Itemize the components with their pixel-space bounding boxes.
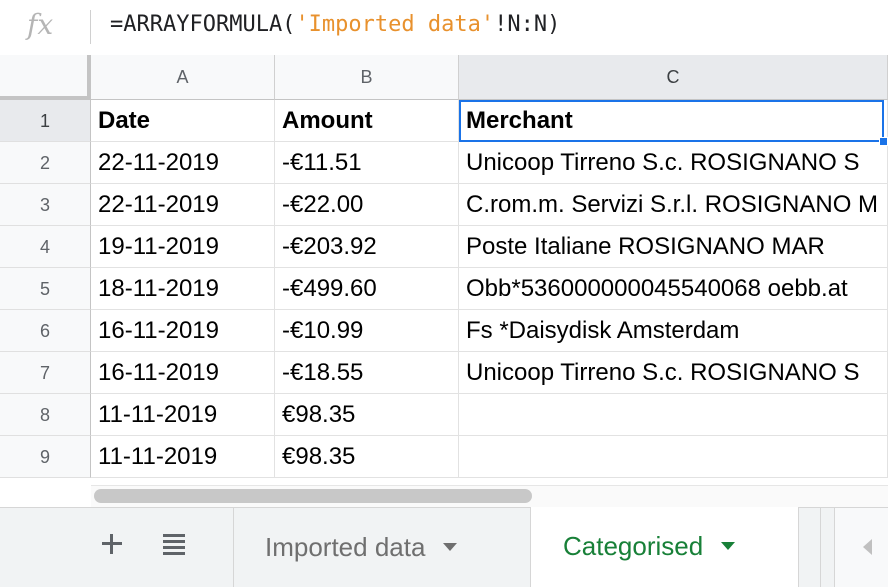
- list-icon[interactable]: [156, 526, 192, 562]
- cell[interactable]: -€499.60: [275, 268, 459, 310]
- sheet-tabs-bar: Imported data Categorised: [0, 507, 888, 587]
- column-header-c[interactable]: C: [459, 55, 888, 100]
- row-header[interactable]: 2: [0, 142, 91, 184]
- cell[interactable]: €98.35: [275, 436, 459, 478]
- cell[interactable]: 18-11-2019: [91, 268, 275, 310]
- cell[interactable]: €98.35: [275, 394, 459, 436]
- tab-categorised[interactable]: Categorised: [530, 507, 799, 587]
- cell[interactable]: -€18.55: [275, 352, 459, 394]
- cell[interactable]: -€10.99: [275, 310, 459, 352]
- plus-icon[interactable]: [94, 526, 130, 562]
- row-header[interactable]: 7: [0, 352, 91, 394]
- cell[interactable]: C.rom.m. Servizi S.r.l. ROSIGNANO M: [459, 184, 888, 226]
- cell[interactable]: 16-11-2019: [91, 310, 275, 352]
- select-all-corner[interactable]: [0, 55, 91, 100]
- tab-divider: [820, 508, 821, 587]
- scrollbar-thumb[interactable]: [94, 489, 532, 503]
- formula-divider: [90, 10, 91, 44]
- cell[interactable]: Unicoop Tirreno S.c. ROSIGNANO S: [459, 352, 888, 394]
- cell[interactable]: Merchant: [459, 100, 888, 142]
- formula-string: 'Imported data': [295, 12, 495, 37]
- cell[interactable]: 22-11-2019: [91, 184, 275, 226]
- cell[interactable]: Obb*536000000045540068 oebb.at: [459, 268, 888, 310]
- tab-label: Categorised: [563, 531, 704, 561]
- cell[interactable]: Poste Italiane ROSIGNANO MAR: [459, 226, 888, 268]
- fill-handle[interactable]: [879, 137, 888, 146]
- triangle-left-icon: [863, 539, 872, 555]
- formula-prefix: =ARRAYFORMULA(: [110, 12, 296, 37]
- tab-divider: [233, 508, 234, 587]
- cell[interactable]: 22-11-2019: [91, 142, 275, 184]
- tab-imported-data[interactable]: Imported data: [265, 508, 458, 587]
- row-header[interactable]: 9: [0, 436, 91, 478]
- scroll-tabs-left-button[interactable]: [834, 508, 888, 587]
- row-header[interactable]: 4: [0, 226, 91, 268]
- row-header[interactable]: 1: [0, 100, 91, 142]
- row-header[interactable]: 8: [0, 394, 91, 436]
- cell[interactable]: Fs *Daisydisk Amsterdam: [459, 310, 888, 352]
- cell[interactable]: 11-11-2019: [91, 436, 275, 478]
- formula-suffix: !N:N): [494, 12, 561, 37]
- cell[interactable]: 16-11-2019: [91, 352, 275, 394]
- tab-label: Imported data: [265, 532, 426, 562]
- formula-bar: fx =ARRAYFORMULA('Imported data'!N:N): [0, 0, 888, 56]
- cell[interactable]: -€11.51: [275, 142, 459, 184]
- row-header[interactable]: 3: [0, 184, 91, 226]
- cell[interactable]: [459, 436, 888, 478]
- column-header-b[interactable]: B: [275, 55, 459, 100]
- row-header[interactable]: 6: [0, 310, 91, 352]
- spreadsheet-grid: A B C 1 Date Amount Merchant 2 22-11-201…: [0, 55, 888, 485]
- cell[interactable]: 19-11-2019: [91, 226, 275, 268]
- chevron-down-icon[interactable]: [721, 542, 736, 551]
- chevron-down-icon[interactable]: [443, 543, 458, 552]
- fx-icon: fx: [27, 8, 54, 41]
- cell[interactable]: Unicoop Tirreno S.c. ROSIGNANO S: [459, 142, 888, 184]
- cell[interactable]: Amount: [275, 100, 459, 142]
- cell[interactable]: 11-11-2019: [91, 394, 275, 436]
- row-header[interactable]: 5: [0, 268, 91, 310]
- cell[interactable]: Date: [91, 100, 275, 142]
- cell[interactable]: -€22.00: [275, 184, 459, 226]
- cell[interactable]: -€203.92: [275, 226, 459, 268]
- formula-input[interactable]: =ARRAYFORMULA('Imported data'!N:N): [110, 12, 560, 37]
- cell[interactable]: [459, 394, 888, 436]
- column-header-a[interactable]: A: [91, 55, 275, 100]
